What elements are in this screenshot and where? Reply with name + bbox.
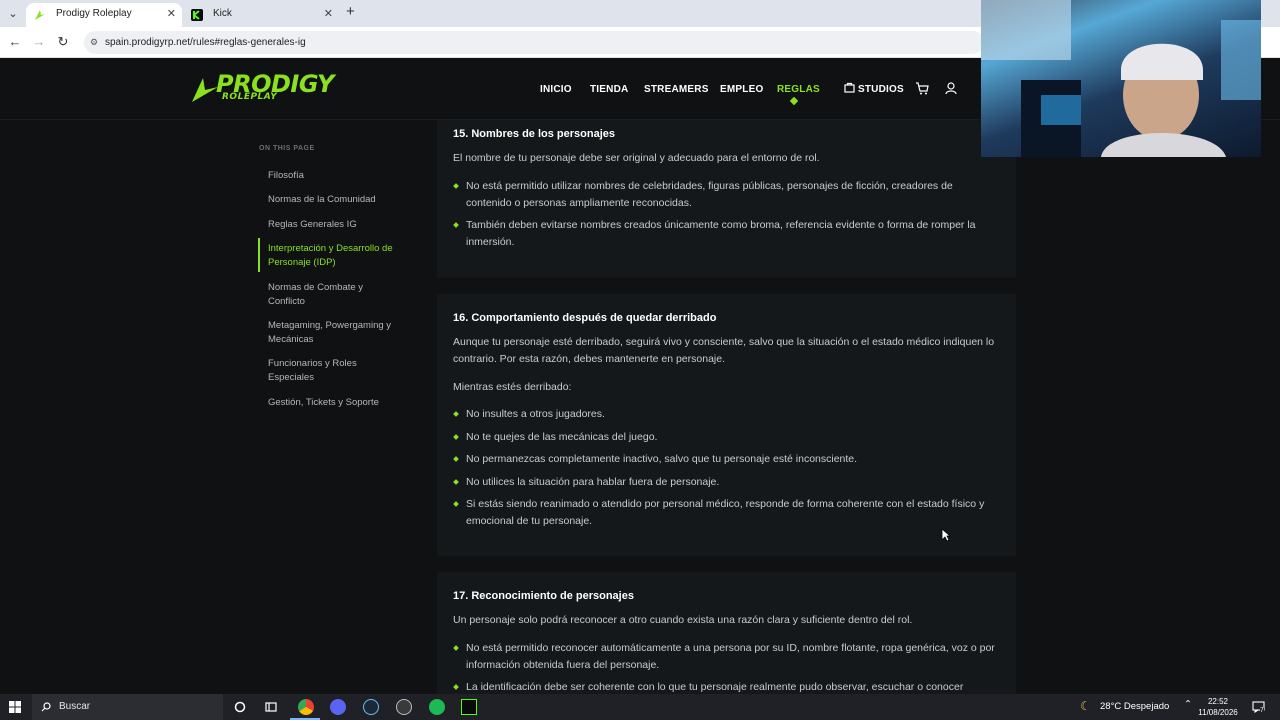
nav-streamers[interactable]: STREAMERS <box>644 84 709 95</box>
rule-title: 17. Reconocimiento de personajes <box>453 590 634 602</box>
toc-item-gestion[interactable]: Gestión, Tickets y Soporte <box>268 396 398 410</box>
cart-icon[interactable] <box>915 82 929 95</box>
rule-bullet: No insultes a otros jugadores. <box>453 406 1001 423</box>
clock-time: 22:52 <box>1207 697 1229 706</box>
steam-taskbar-icon[interactable] <box>363 699 379 715</box>
clock-date: 11/08/2026 <box>1198 708 1238 717</box>
toc-item-normas-comunidad[interactable]: Normas de la Comunidad <box>268 193 398 207</box>
forward-arrow-icon[interactable]: → <box>31 34 47 49</box>
taskbar-search-box[interactable]: Buscar <box>32 694 223 720</box>
rule-bullet: No te quejes de las mecánicas del juego. <box>453 429 1001 446</box>
url-text: spain.prodigyrp.net/rules#reglas-general… <box>105 37 306 48</box>
nav-tienda[interactable]: TIENDA <box>590 84 628 95</box>
toc-item-idp[interactable]: Interpretación y Desarrollo de Personaje… <box>268 242 398 270</box>
address-bar[interactable]: ⚙ spain.prodigyrp.net/rules#reglas-gener… <box>84 31 984 54</box>
webcam-scene <box>981 0 1261 157</box>
rule-card-17: 17. Reconocimiento de personajes Un pers… <box>437 572 1016 694</box>
discord-taskbar-icon[interactable] <box>330 699 346 715</box>
chrome-taskbar-icon[interactable] <box>298 699 314 715</box>
windows-start-icon[interactable] <box>9 701 21 713</box>
search-icon <box>41 702 51 712</box>
nav-inicio[interactable]: INICIO <box>540 84 572 95</box>
weather-text[interactable]: 28°C Despejado <box>1100 701 1169 712</box>
account-icon[interactable] <box>945 82 957 95</box>
mouse-cursor-icon <box>941 528 951 542</box>
prodigy-logo[interactable]: PRODIGY ROLEPLAY <box>190 70 340 106</box>
toc-title: ON THIS PAGE <box>259 145 315 152</box>
logo-sub-text: ROLEPLAY <box>222 92 278 102</box>
windows-taskbar: Buscar ☾ 28°C Despejado ⌃ 22:52 11/08/20… <box>0 694 1280 720</box>
rule-title: 15. Nombres de los personajes <box>453 128 616 140</box>
taskbar-clock[interactable]: 22:52 11/08/2026 <box>1198 696 1238 718</box>
toc-item-combate[interactable]: Normas de Combate y Conflicto <box>268 281 398 309</box>
reload-icon[interactable]: ↻ <box>55 34 71 50</box>
new-tab-plus-icon[interactable]: + <box>346 3 355 20</box>
site-info-icon[interactable]: ⚙ <box>90 31 98 54</box>
webcam-overlay <box>981 0 1261 157</box>
rule-bullet: No está permitido utilizar nombres de ce… <box>453 178 1001 212</box>
toc-item-reglas-generales[interactable]: Reglas Generales IG <box>268 218 398 232</box>
weather-moon-icon: ☾ <box>1080 699 1091 713</box>
close-tab-icon[interactable]: ✕ <box>167 3 176 25</box>
tray-chevron-up-icon[interactable]: ⌃ <box>1184 699 1192 710</box>
rule-intro: Aunque tu personaje esté derribado, segu… <box>453 336 995 365</box>
close-tab-icon[interactable]: ✕ <box>324 3 333 25</box>
toc-item-filosofia[interactable]: Filosofía <box>268 169 398 183</box>
cortana-circle-icon[interactable] <box>234 701 246 713</box>
nav-reglas[interactable]: REGLAS <box>777 84 820 95</box>
studios-bag-icon <box>844 82 855 93</box>
rule-bullet: La identificación debe ser coherente con… <box>453 679 1001 694</box>
rule-title: 16. Comportamiento después de quedar der… <box>453 312 717 324</box>
nav-studios[interactable]: STUDIOS <box>858 84 904 95</box>
rule-card-15: 15. Nombres de los personajes El nombre … <box>437 120 1016 278</box>
rule-bullet: No está permitido reconocer automáticame… <box>453 640 1001 674</box>
rule-intro: Un personaje solo podrá reconocer a otro… <box>453 614 913 626</box>
spotify-taskbar-icon[interactable] <box>429 699 445 715</box>
notification-count: 7 <box>1260 707 1264 714</box>
kick-taskbar-icon[interactable] <box>461 699 477 715</box>
tab-kick[interactable]: Kick ✕ <box>183 3 339 27</box>
rule-intro: El nombre de tu personaje debe ser origi… <box>453 152 820 164</box>
back-arrow-icon[interactable]: ← <box>7 34 23 49</box>
toc-active-indicator <box>258 238 260 272</box>
task-view-icon[interactable] <box>265 701 277 713</box>
rule-lead: Mientras estés derribado: <box>453 381 572 393</box>
tab-list-chevron-icon[interactable]: ⌄ <box>4 5 22 23</box>
nav-empleo[interactable]: EMPLEO <box>720 84 763 95</box>
rule-bullet: Si estás siendo reanimado o atendido por… <box>453 496 1001 530</box>
toc-item-funcionarios[interactable]: Funcionarios y Roles Especiales <box>268 357 398 385</box>
tab-title: Prodigy Roleplay <box>56 8 132 19</box>
rule-card-16: 16. Comportamiento después de quedar der… <box>437 294 1016 556</box>
prodigy-favicon-icon <box>35 10 45 20</box>
rule-bullet: No permanezcas completamente inactivo, s… <box>453 451 1001 468</box>
toc-item-metagaming[interactable]: Metagaming, Powergaming y Mecánicas <box>268 319 398 347</box>
rule-bullet: También deben evitarse nombres creados ú… <box>453 217 1001 251</box>
tab-title: Kick <box>213 8 232 19</box>
kick-favicon-icon <box>191 9 203 21</box>
search-placeholder: Buscar <box>59 701 91 712</box>
rule-bullet: No utilices la situación para hablar fue… <box>453 474 1001 491</box>
obs-taskbar-icon[interactable] <box>396 699 412 715</box>
tab-prodigy-roleplay[interactable]: Prodigy Roleplay ✕ <box>26 3 182 27</box>
